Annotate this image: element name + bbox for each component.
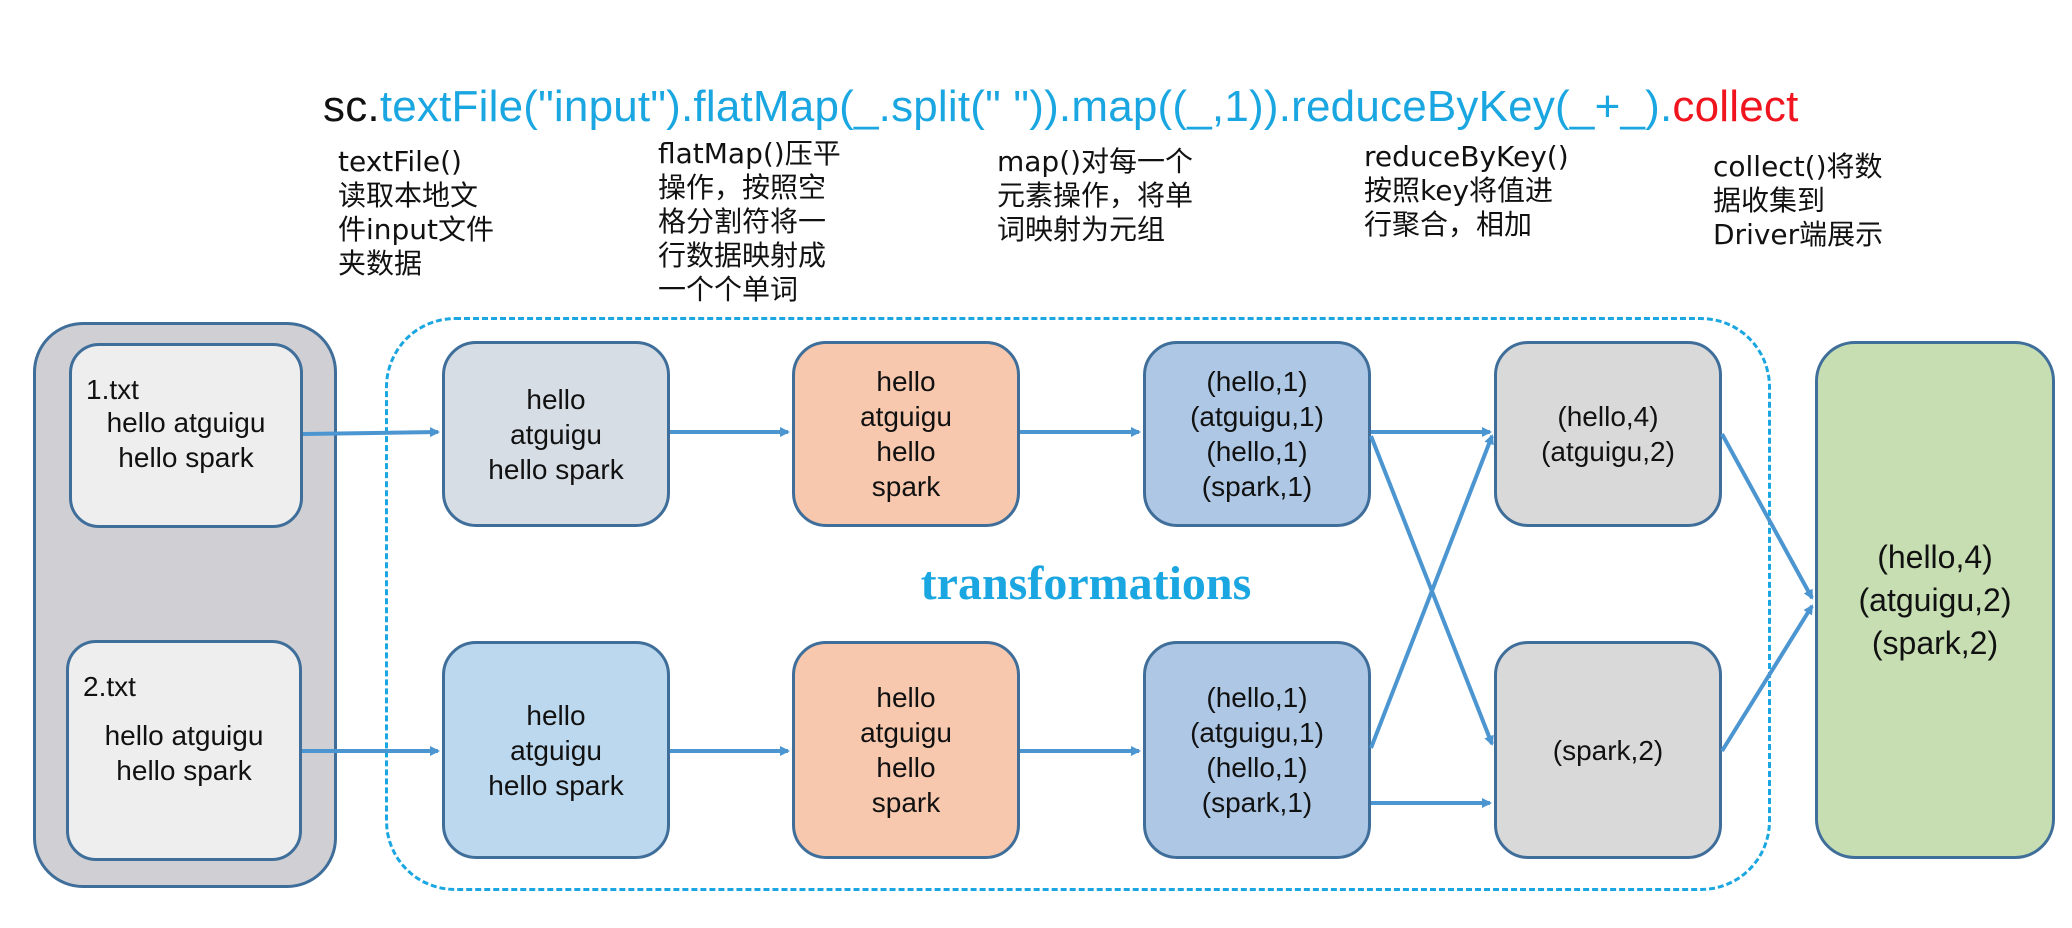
arrow-reduce2-to-collect xyxy=(1720,604,1814,753)
flow-arrows xyxy=(302,427,1814,808)
arrow-reduce1-to-collect xyxy=(1720,433,1814,600)
arrow-file1-to-textfile1 xyxy=(302,427,440,438)
